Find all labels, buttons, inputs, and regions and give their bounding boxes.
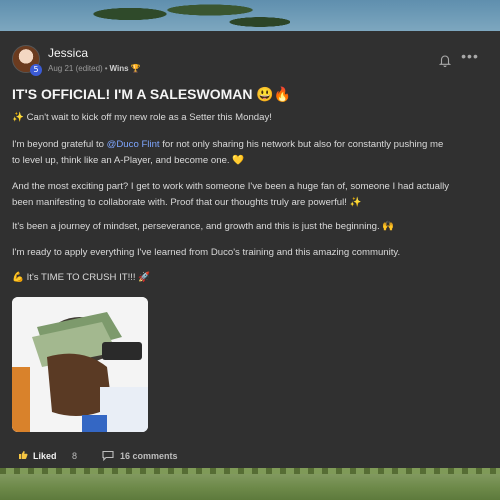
para3-line2: been manifesting to collaborate with. Pr… — [12, 197, 362, 208]
level-badge: 5 — [30, 64, 42, 76]
post-category[interactable]: Wins — [110, 64, 129, 73]
para2-line2: to level up, think like an A-Player, and… — [12, 155, 245, 166]
mention-link[interactable]: @Duco Flint — [107, 139, 160, 150]
post-paragraph-4: It's been a journey of mindset, persever… — [12, 221, 395, 232]
like-label: Liked — [33, 451, 57, 461]
post-paragraph-6: 💪 It's TIME TO CRUSH IT!!! 🚀 — [12, 272, 151, 283]
category-emoji: 🏆 — [130, 64, 141, 73]
post-paragraph-3: And the most exciting part? I get to wor… — [12, 179, 490, 211]
para2-before: I'm beyond grateful to — [12, 139, 107, 150]
post-paragraph-5: I'm ready to apply everything I've learn… — [12, 247, 401, 258]
post-footer: Liked 8 16 comments — [0, 443, 500, 468]
post-paragraph-1: ✨ Can't wait to kick off my new role as … — [12, 112, 272, 123]
like-button[interactable]: Liked — [12, 445, 63, 467]
bell-icon[interactable] — [436, 51, 454, 69]
author-name[interactable]: Jessica — [48, 46, 88, 60]
post-image[interactable] — [12, 297, 148, 432]
thumbs-up-icon — [18, 450, 28, 462]
post-title: IT'S OFFICIAL! I'M A SALESWOMAN 😃🔥 — [12, 86, 292, 102]
background-grass — [0, 468, 500, 500]
comment-icon — [102, 450, 114, 463]
like-count[interactable]: 8 — [72, 451, 77, 461]
post-header: 5 Jessica Aug 21 (edited) • Wins 🏆 ••• — [12, 45, 488, 79]
comments-label: 16 comments — [120, 451, 178, 461]
post-meta: Aug 21 (edited) • Wins 🏆 — [48, 64, 141, 73]
para3-line1: And the most exciting part? I get to wor… — [12, 181, 450, 192]
post-card: 5 Jessica Aug 21 (edited) • Wins 🏆 ••• IT'… — [0, 31, 500, 468]
comments-button[interactable]: 16 comments — [102, 445, 178, 467]
more-icon[interactable]: ••• — [461, 47, 479, 65]
para2-after: for not only sharing his network but als… — [159, 139, 444, 150]
post-date: Aug 21 (edited) — [48, 64, 103, 73]
post-paragraph-2: I'm beyond grateful to @Duco Flint for n… — [12, 137, 490, 169]
